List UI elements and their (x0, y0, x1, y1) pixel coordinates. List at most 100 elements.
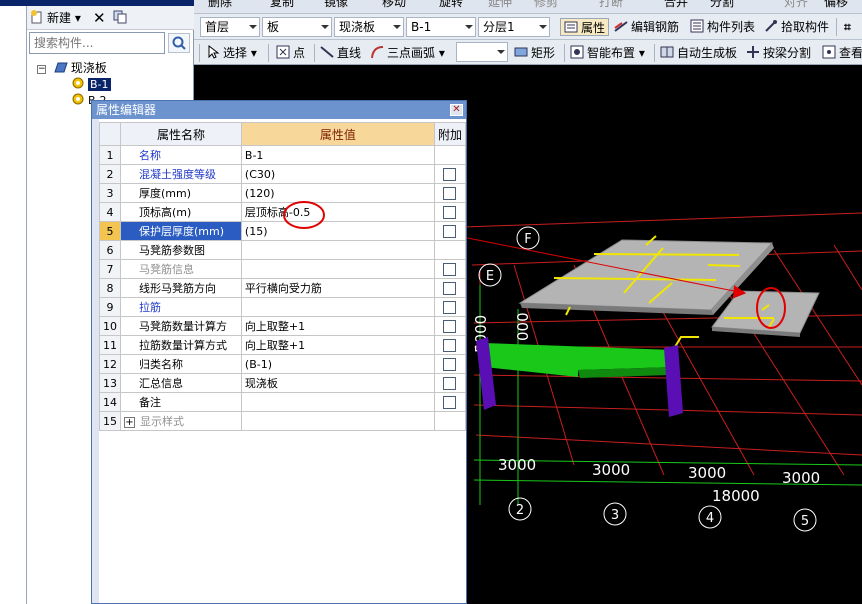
mirror-tool[interactable]: 镜像 (324, 0, 348, 11)
property-name[interactable]: 拉筋 (120, 297, 242, 317)
tree-item-b1[interactable]: B-1 (71, 76, 111, 92)
property-button[interactable]: 属性 (560, 18, 610, 36)
property-value[interactable]: 平行横向受力筋 (240, 278, 435, 298)
move-tool[interactable]: 移动 (382, 0, 406, 11)
property-row[interactable]: 11 拉筋数量计算方式 向上取整+1 (99, 335, 467, 355)
property-name[interactable]: 马凳筋信息 (120, 259, 242, 279)
property-value[interactable]: 现浇板 (240, 373, 435, 393)
expand-icon[interactable]: + (124, 417, 135, 428)
property-value[interactable]: 层顶标高-0.5 (240, 202, 435, 222)
property-name[interactable]: 备注 (120, 392, 242, 412)
search-button[interactable] (168, 33, 190, 53)
split-by-beam-button[interactable]: 按梁分割 (746, 44, 811, 62)
extra-checkbox[interactable] (443, 357, 457, 371)
arc-button[interactable]: 三点画弧 ▾ (370, 44, 445, 62)
property-value[interactable] (240, 411, 435, 431)
property-value[interactable]: 向上取整+1 (240, 335, 435, 355)
type-select[interactable]: 现浇板 (334, 17, 404, 37)
extra-checkbox[interactable] (443, 205, 457, 219)
offset-tool[interactable]: 偏移 (824, 0, 848, 11)
search-input[interactable] (29, 32, 165, 54)
close-icon[interactable]: ✕ (450, 104, 463, 116)
property-name[interactable]: + 显示样式 (120, 411, 242, 431)
auto-generate-button[interactable]: 自动生成板 (660, 44, 737, 62)
floor-select[interactable]: 首层 (200, 17, 260, 37)
property-row[interactable]: 2 混凝土强度等级 (C30) (99, 164, 467, 184)
property-value[interactable]: (120) (240, 183, 435, 203)
property-row[interactable]: 8 线形马凳筋方向 平行横向受力筋 (99, 278, 467, 298)
property-row[interactable]: 7 马凳筋信息 (99, 259, 467, 279)
pick-component-button[interactable]: 拾取构件 (764, 18, 829, 36)
property-row[interactable]: 14 备注 (99, 392, 467, 412)
grid-icon[interactable]: ⌗ (844, 18, 851, 36)
delete-tool[interactable]: 删除 (208, 0, 232, 11)
property-value[interactable]: (15) (240, 221, 435, 241)
property-name[interactable]: 拉筋数量计算方式 (120, 335, 242, 355)
property-row[interactable]: 12 归类名称 (B-1) (99, 354, 467, 374)
category-select[interactable]: 板 (262, 17, 332, 37)
property-name[interactable]: 混凝土强度等级 (120, 164, 242, 184)
collapse-icon[interactable]: − (37, 65, 46, 74)
extra-checkbox[interactable] (443, 262, 457, 276)
property-value[interactable] (240, 392, 435, 412)
property-name[interactable]: 线形马凳筋方向 (120, 278, 242, 298)
align-tool[interactable]: 对齐 (784, 0, 808, 11)
property-value[interactable]: (B-1) (240, 354, 435, 374)
property-value[interactable]: (C30) (240, 164, 435, 184)
select-button[interactable]: 选择 ▾ (206, 44, 257, 62)
component-list-button[interactable]: 构件列表 (690, 18, 755, 36)
property-row[interactable]: 10 马凳筋数量计算方 向上取整+1 (99, 316, 467, 336)
property-value[interactable]: 向上取整+1 (240, 316, 435, 336)
extra-checkbox[interactable] (443, 319, 457, 333)
property-name[interactable]: 名称 (120, 145, 242, 165)
property-row[interactable]: 13 汇总信息 现浇板 (99, 373, 467, 393)
property-name[interactable]: 归类名称 (120, 354, 242, 374)
property-row[interactable]: 15 + 显示样式 (99, 411, 467, 431)
property-value[interactable] (240, 297, 435, 317)
extra-checkbox[interactable] (443, 281, 457, 295)
new-component-button[interactable]: 新建 ▾ (30, 9, 81, 27)
extra-checkbox[interactable] (443, 376, 457, 390)
copy-icon[interactable] (113, 9, 130, 27)
view-button[interactable]: 查看 (822, 44, 862, 62)
property-row[interactable]: 1 名称 B-1 (99, 145, 467, 165)
property-row[interactable]: 9 拉筋 (99, 297, 467, 317)
property-name[interactable]: 汇总信息 (120, 373, 242, 393)
property-value[interactable] (240, 240, 435, 260)
property-name[interactable]: 马凳筋参数图 (120, 240, 242, 260)
layer-select[interactable]: 分层1 (478, 17, 550, 37)
extra-checkbox[interactable] (443, 186, 457, 200)
smart-layout-button[interactable]: 智能布置 ▾ (570, 44, 645, 62)
floor-value: 首层 (205, 20, 230, 34)
copy-tool[interactable]: 复制 (270, 0, 294, 11)
tree-root[interactable]: − 现浇板 (37, 60, 107, 76)
component-select[interactable]: B-1 (406, 17, 476, 37)
arc-option-select[interactable] (456, 42, 508, 62)
extra-checkbox[interactable] (443, 338, 457, 352)
property-name[interactable]: 厚度(mm) (120, 183, 242, 203)
rectangle-button[interactable]: 矩形 (514, 44, 555, 62)
edit-toolbar: 删除 复制 镜像 移动 旋转 延伸 修剪 打断 合并 分割 对齐 偏移 (194, 0, 862, 14)
extra-checkbox[interactable] (443, 300, 457, 314)
property-value[interactable]: B-1 (240, 145, 435, 165)
extra-checkbox[interactable] (443, 224, 457, 238)
line-button[interactable]: 直线 (320, 44, 361, 62)
property-name[interactable]: 保护层厚度(mm) (120, 221, 242, 241)
cursor-icon (208, 45, 220, 59)
trim-tool[interactable]: 修剪 (534, 0, 558, 11)
break-tool[interactable]: 打断 (599, 0, 623, 11)
delete-icon[interactable]: ✕ (93, 9, 106, 27)
property-value[interactable] (240, 259, 435, 279)
extend-tool[interactable]: 延伸 (488, 0, 512, 11)
extra-checkbox[interactable] (443, 395, 457, 409)
edit-rebar-button[interactable]: 编辑钢筋 (614, 18, 679, 36)
property-row[interactable]: 6 马凳筋参数图 (99, 240, 467, 260)
split-tool[interactable]: 分割 (710, 0, 734, 11)
rotate-tool[interactable]: 旋转 (439, 0, 463, 11)
extra-checkbox[interactable] (443, 167, 457, 181)
property-name[interactable]: 马凳筋数量计算方 (120, 316, 242, 336)
point-button[interactable]: 点 (276, 44, 305, 62)
merge-tool[interactable]: 合并 (664, 0, 688, 11)
column-right[interactable] (664, 345, 683, 417)
property-name[interactable]: 顶标高(m) (120, 202, 242, 222)
